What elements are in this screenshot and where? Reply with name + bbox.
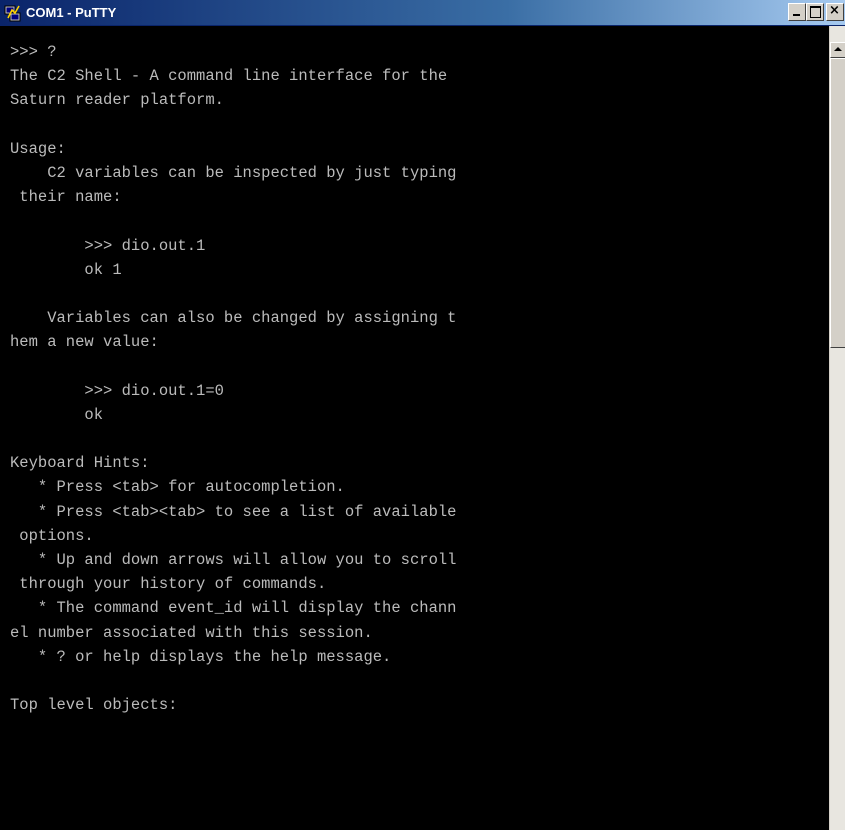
terminal-line: * Press <tab><tab> to see a list of avai… [10, 502, 457, 521]
terminal-line: * ? or help displays the help message. [10, 647, 392, 666]
terminal-line: hem a new value: [10, 333, 159, 352]
terminal-line: through your history of commands. [10, 575, 327, 594]
terminal-line: ok 1 [10, 260, 122, 279]
terminal-line: * The command event_id will display the … [10, 599, 457, 618]
terminal-line: >>> ? [10, 43, 57, 61]
scroll-up-button[interactable] [830, 42, 845, 58]
terminal-line: ok [10, 405, 104, 424]
terminal-line: Variables can also be changed by assigni… [10, 309, 457, 328]
terminal-line: their name: [10, 188, 122, 207]
vertical-scrollbar[interactable] [829, 26, 845, 830]
close-icon: × [829, 3, 840, 18]
scroll-thumb[interactable] [830, 58, 845, 348]
terminal-line: Saturn reader platform. [10, 91, 224, 110]
terminal-line: >>> dio.out.1 [10, 236, 206, 255]
terminal-line: C2 variables can be inspected by just ty… [10, 163, 457, 182]
terminal-line: options. [10, 526, 94, 545]
title-bar[interactable]: COM1 - PuTTY × [0, 0, 845, 26]
terminal-line: Top level objects: [10, 696, 178, 715]
terminal-line: * Press <tab> for autocompletion. [10, 478, 345, 497]
terminal-line: >>> dio.out.1=0 [10, 381, 224, 400]
window-title: COM1 - PuTTY [26, 5, 117, 20]
close-button[interactable]: × [826, 3, 844, 21]
terminal-line: Usage: [10, 139, 66, 158]
terminal-output[interactable]: >>> ? The C2 Shell - A command line inter… [0, 26, 829, 830]
terminal-line: el number associated with this session. [10, 623, 373, 642]
terminal-line: * Up and down arrows will allow you to s… [10, 550, 457, 569]
maximize-button[interactable] [806, 3, 824, 21]
terminal-line: Keyboard Hints: [10, 454, 150, 473]
terminal-line: The C2 Shell - A command line interface … [10, 67, 448, 86]
putty-window: COM1 - PuTTY × >>> ? The C2 Shell - A com… [0, 0, 845, 830]
minimize-button[interactable] [788, 3, 806, 21]
putty-icon [4, 5, 21, 22]
